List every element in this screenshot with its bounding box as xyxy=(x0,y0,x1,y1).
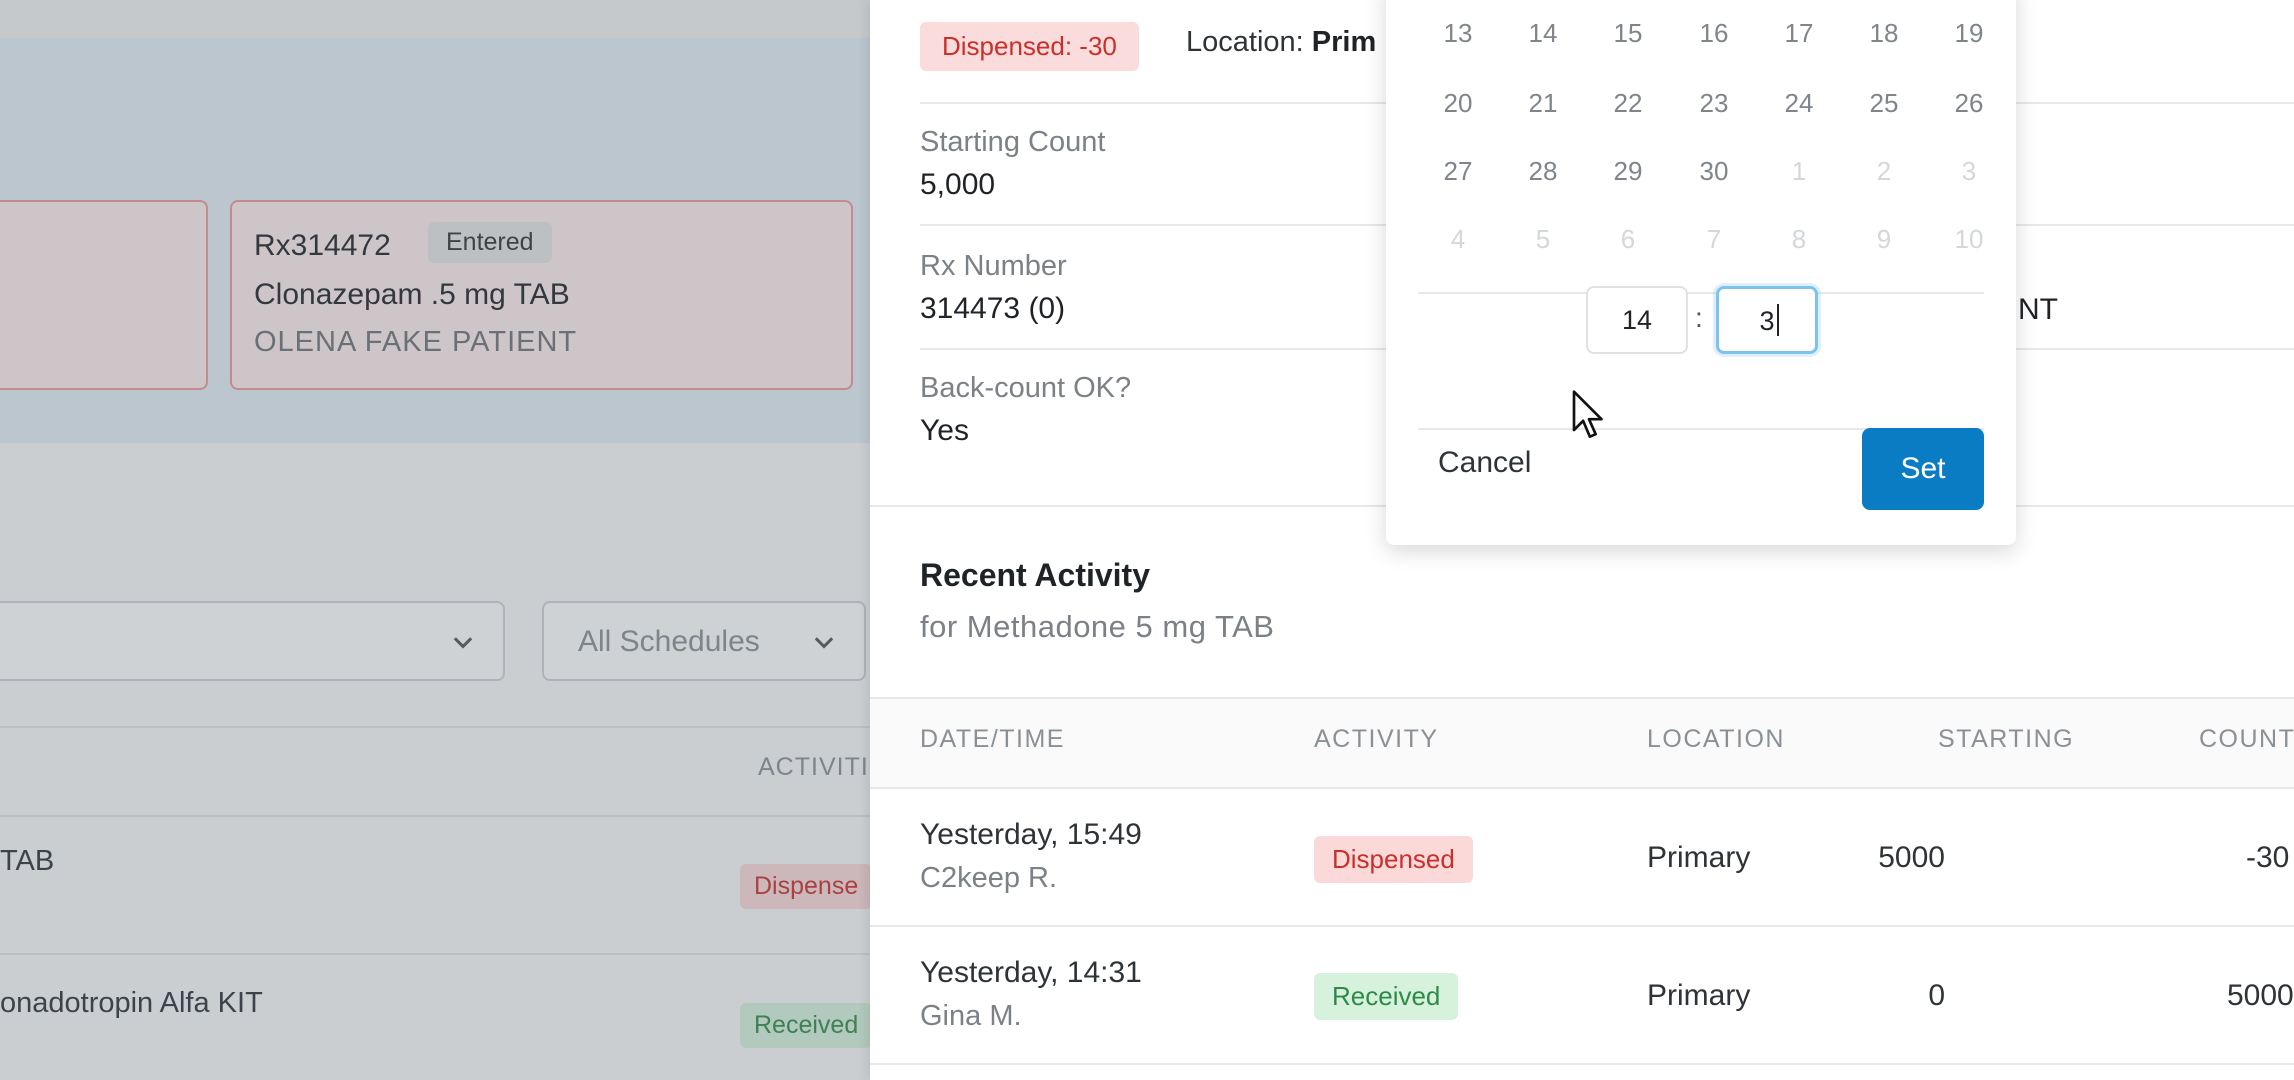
calendar-day: 9 xyxy=(1876,224,1892,254)
text-caret xyxy=(1777,304,1779,336)
calendar-day: 7 xyxy=(1706,224,1722,254)
row-starting: 5000 xyxy=(1878,841,1945,874)
row-location: Primary xyxy=(1647,841,1751,874)
activity-table-header xyxy=(870,697,2294,787)
calendar-day: 3 xyxy=(1961,156,1977,186)
calendar-day[interactable]: 18 xyxy=(1854,18,1914,49)
divider xyxy=(870,697,2294,699)
divider xyxy=(870,1063,2294,1065)
starting-count-value: 5,000 xyxy=(920,168,996,201)
calendar-day[interactable]: 24 xyxy=(1769,88,1829,119)
calendar-day[interactable]: 16 xyxy=(1684,18,1744,49)
calendar-day[interactable]: 22 xyxy=(1598,88,1658,119)
row-datetime: Yesterday, 15:49 xyxy=(920,818,1142,851)
location-value: Prim xyxy=(1311,26,1377,58)
calendar-day: 8 xyxy=(1791,224,1807,254)
backcount-label: Back-count OK? xyxy=(920,372,1132,404)
recent-activity-title: Recent Activity xyxy=(920,557,1150,593)
minute-input[interactable]: 3 xyxy=(1716,286,1818,354)
rx-number-label: Rx Number xyxy=(920,250,1067,282)
recent-activity-subtitle: for Methadone 5 mg TAB xyxy=(920,609,1275,644)
row-starting: 0 xyxy=(1928,979,1945,1012)
mouse-pointer-icon xyxy=(1572,390,1603,438)
calendar-day[interactable]: 17 xyxy=(1769,18,1829,49)
calendar-day[interactable]: 15 xyxy=(1598,18,1658,49)
row-count: -30 xyxy=(2246,841,2290,874)
column-header-count[interactable]: COUNT xyxy=(2199,725,2294,754)
calendar-day: 4 xyxy=(1450,224,1466,254)
dispensed-chip: Dispensed: -30 xyxy=(920,22,1139,71)
divider xyxy=(870,925,2294,927)
calendar-day[interactable]: 26 xyxy=(1939,88,1999,119)
column-header-activity[interactable]: ACTIVITY xyxy=(1314,725,1439,754)
calendar-day[interactable]: 29 xyxy=(1598,156,1658,187)
background-page: Rx314472 Entered Clonazepam .5 mg TAB OL… xyxy=(0,0,870,1080)
row-user: Gina M. xyxy=(920,1000,1022,1032)
activity-badge-dispensed: Dispensed xyxy=(1314,836,1473,883)
calendar-day: 2 xyxy=(1876,156,1892,186)
column-header-datetime[interactable]: DATE/TIME xyxy=(920,725,1065,754)
row-user: C2keep R. xyxy=(920,862,1058,894)
calendar-day[interactable]: 21 xyxy=(1513,88,1573,119)
column-header-starting[interactable]: STARTING xyxy=(1938,725,2074,754)
calendar-day[interactable]: 20 xyxy=(1428,88,1488,119)
starting-count-label: Starting Count xyxy=(920,126,1106,158)
rx-number-value: 314473 (0) xyxy=(920,292,1066,325)
location-label: Location: xyxy=(1186,26,1304,58)
datetime-picker-popover: 13 14 15 16 17 18 19 20 21 22 23 24 25 26 27 28 29 30 1 2 3 4… xyxy=(1386,0,2016,545)
calendar-day[interactable]: 27 xyxy=(1428,156,1488,187)
calendar-day[interactable]: 14 xyxy=(1513,18,1573,49)
calendar-day: 5 xyxy=(1535,224,1551,254)
calendar-day[interactable]: 13 xyxy=(1428,18,1488,49)
calendar-day[interactable]: 23 xyxy=(1684,88,1744,119)
patient-value: NT xyxy=(2018,293,2058,326)
row-count: 5000 xyxy=(2227,979,2294,1012)
calendar-day: 10 xyxy=(1954,224,1984,254)
cancel-button[interactable]: Cancel xyxy=(1438,446,1531,480)
modal-backdrop[interactable] xyxy=(0,0,870,1080)
calendar-day[interactable]: 28 xyxy=(1513,156,1573,187)
column-header-location[interactable]: LOCATION xyxy=(1647,725,1785,754)
set-button[interactable]: Set xyxy=(1862,428,1984,510)
divider xyxy=(870,787,2294,789)
hour-input[interactable]: 14 xyxy=(1586,286,1688,354)
row-location: Primary xyxy=(1647,979,1751,1012)
activity-badge-received: Received xyxy=(1314,973,1459,1020)
calendar-day[interactable]: 30 xyxy=(1684,156,1744,187)
calendar-day: 1 xyxy=(1791,156,1807,186)
calendar-day[interactable]: 19 xyxy=(1939,18,1999,49)
backcount-value: Yes xyxy=(920,414,969,447)
calendar-day[interactable]: 25 xyxy=(1854,88,1914,119)
calendar-day: 6 xyxy=(1620,224,1636,254)
time-separator: : xyxy=(1695,302,1703,333)
location-field: Location: Prim xyxy=(1186,26,1376,59)
row-datetime: Yesterday, 14:31 xyxy=(920,956,1142,989)
divider xyxy=(1418,292,1984,294)
